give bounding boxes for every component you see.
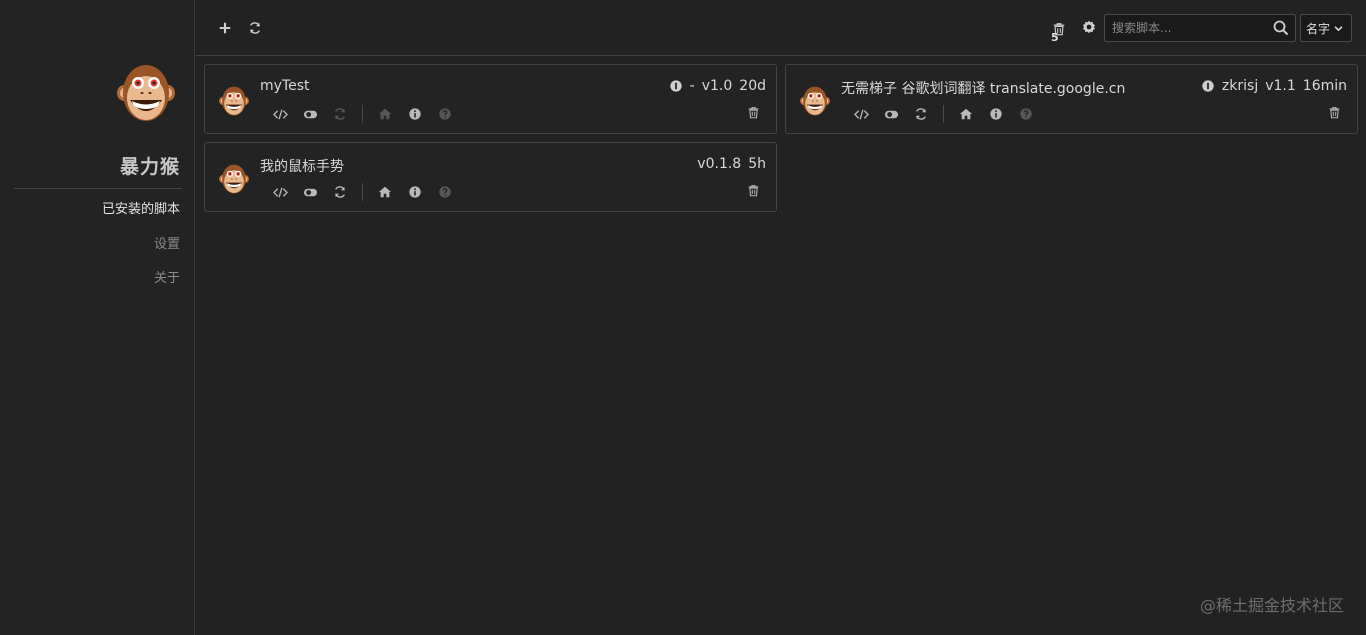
watermark: @稀土掘金技术社区 bbox=[1199, 596, 1344, 615]
info-button[interactable] bbox=[400, 105, 430, 123]
settings-button[interactable] bbox=[1078, 16, 1100, 38]
check-update-button[interactable] bbox=[906, 105, 936, 123]
toggle-enable-button[interactable] bbox=[295, 105, 325, 123]
trash-icon bbox=[747, 183, 760, 198]
refresh-icon bbox=[914, 107, 928, 121]
author-icon bbox=[669, 79, 683, 93]
refresh-icon bbox=[333, 107, 347, 121]
homepage-button[interactable] bbox=[370, 183, 400, 201]
sidebar: 暴力猴 已安装的脚本 设置 关于 bbox=[0, 0, 195, 635]
search-box bbox=[1104, 14, 1296, 42]
script-author[interactable]: zkrisj bbox=[1222, 78, 1258, 94]
script-version: v1.0 bbox=[701, 78, 733, 94]
script-updated-age: 20d bbox=[739, 78, 766, 94]
search-input[interactable] bbox=[1105, 15, 1273, 41]
help-icon bbox=[438, 107, 452, 121]
toggle-icon bbox=[303, 185, 318, 200]
sort-select[interactable]: 名字 bbox=[1300, 14, 1352, 42]
chevron-down-icon bbox=[1333, 23, 1344, 34]
script-version: v0.1.8 bbox=[697, 156, 742, 172]
action-divider bbox=[362, 183, 363, 201]
toggle-enable-button[interactable] bbox=[876, 105, 906, 123]
info-icon bbox=[408, 185, 422, 199]
script-card: myTest - v1.0 20d bbox=[204, 64, 777, 134]
action-divider bbox=[943, 105, 944, 123]
gear-icon bbox=[1081, 19, 1097, 35]
script-meta: v0.1.8 5h bbox=[697, 156, 766, 172]
toolbar: 5 名字 bbox=[196, 0, 1366, 56]
script-icon bbox=[218, 84, 250, 118]
sidebar-divider bbox=[14, 188, 182, 189]
refresh-icon bbox=[248, 21, 262, 35]
script-icon bbox=[799, 84, 831, 118]
support-button[interactable] bbox=[430, 183, 460, 201]
edit-button[interactable] bbox=[265, 183, 295, 201]
script-card: 无需梯子 谷歌划词翻译 translate.google.cn zkrisj v… bbox=[785, 64, 1358, 134]
script-actions bbox=[265, 183, 460, 201]
support-button[interactable] bbox=[1011, 105, 1041, 123]
edit-button[interactable] bbox=[846, 105, 876, 123]
code-icon bbox=[273, 107, 288, 122]
info-icon bbox=[989, 107, 1003, 121]
script-author: - bbox=[689, 78, 695, 94]
home-icon bbox=[378, 107, 392, 121]
script-name[interactable]: myTest bbox=[260, 78, 310, 94]
recycle-bin-count: 5 bbox=[1051, 31, 1059, 44]
check-update-button[interactable] bbox=[325, 105, 355, 123]
homepage-button[interactable] bbox=[951, 105, 981, 123]
action-divider bbox=[362, 105, 363, 123]
delete-script-button[interactable] bbox=[1328, 105, 1341, 124]
script-updated-age: 5h bbox=[748, 156, 766, 172]
toggle-icon bbox=[884, 107, 899, 122]
script-meta: zkrisj v1.1 16min bbox=[1201, 78, 1347, 94]
edit-button[interactable] bbox=[265, 105, 295, 123]
script-actions bbox=[846, 105, 1041, 123]
help-icon bbox=[438, 185, 452, 199]
home-icon bbox=[959, 107, 973, 121]
home-icon bbox=[378, 185, 392, 199]
delete-script-button[interactable] bbox=[747, 183, 760, 202]
plus-icon bbox=[218, 21, 232, 35]
homepage-button[interactable] bbox=[370, 105, 400, 123]
sidebar-item-installed-scripts[interactable]: 已安装的脚本 bbox=[102, 198, 180, 217]
help-icon bbox=[1019, 107, 1033, 121]
refresh-icon bbox=[333, 185, 347, 199]
trash-icon bbox=[1328, 105, 1341, 120]
update-all-button[interactable] bbox=[244, 17, 266, 39]
sidebar-item-settings[interactable]: 设置 bbox=[154, 233, 180, 252]
delete-script-button[interactable] bbox=[747, 105, 760, 124]
search-icon[interactable] bbox=[1273, 20, 1289, 36]
script-card: 我的鼠标手势 v0.1.8 5h bbox=[204, 142, 777, 212]
toggle-icon bbox=[303, 107, 318, 122]
info-icon bbox=[408, 107, 422, 121]
script-version: v1.1 bbox=[1265, 78, 1296, 94]
trash-icon bbox=[747, 105, 760, 120]
sidebar-item-about[interactable]: 关于 bbox=[154, 267, 180, 286]
toggle-enable-button[interactable] bbox=[295, 183, 325, 201]
script-meta: - v1.0 20d bbox=[669, 78, 766, 94]
info-button[interactable] bbox=[400, 183, 430, 201]
add-script-button[interactable] bbox=[214, 17, 236, 39]
support-button[interactable] bbox=[430, 105, 460, 123]
script-icon bbox=[218, 162, 250, 196]
script-name[interactable]: 我的鼠标手势 bbox=[260, 156, 344, 176]
author-icon bbox=[1201, 79, 1215, 93]
code-icon bbox=[273, 185, 288, 200]
check-update-button[interactable] bbox=[325, 183, 355, 201]
code-icon bbox=[854, 107, 869, 122]
script-actions bbox=[265, 105, 460, 123]
brand-title: 暴力猴 bbox=[119, 156, 180, 178]
script-updated-age: 16min bbox=[1302, 78, 1347, 94]
violentmonkey-logo bbox=[116, 60, 176, 126]
info-button[interactable] bbox=[981, 105, 1011, 123]
script-name[interactable]: 无需梯子 谷歌划词翻译 translate.google.cn bbox=[841, 78, 1125, 98]
sort-selected-label: 名字 bbox=[1306, 21, 1331, 36]
